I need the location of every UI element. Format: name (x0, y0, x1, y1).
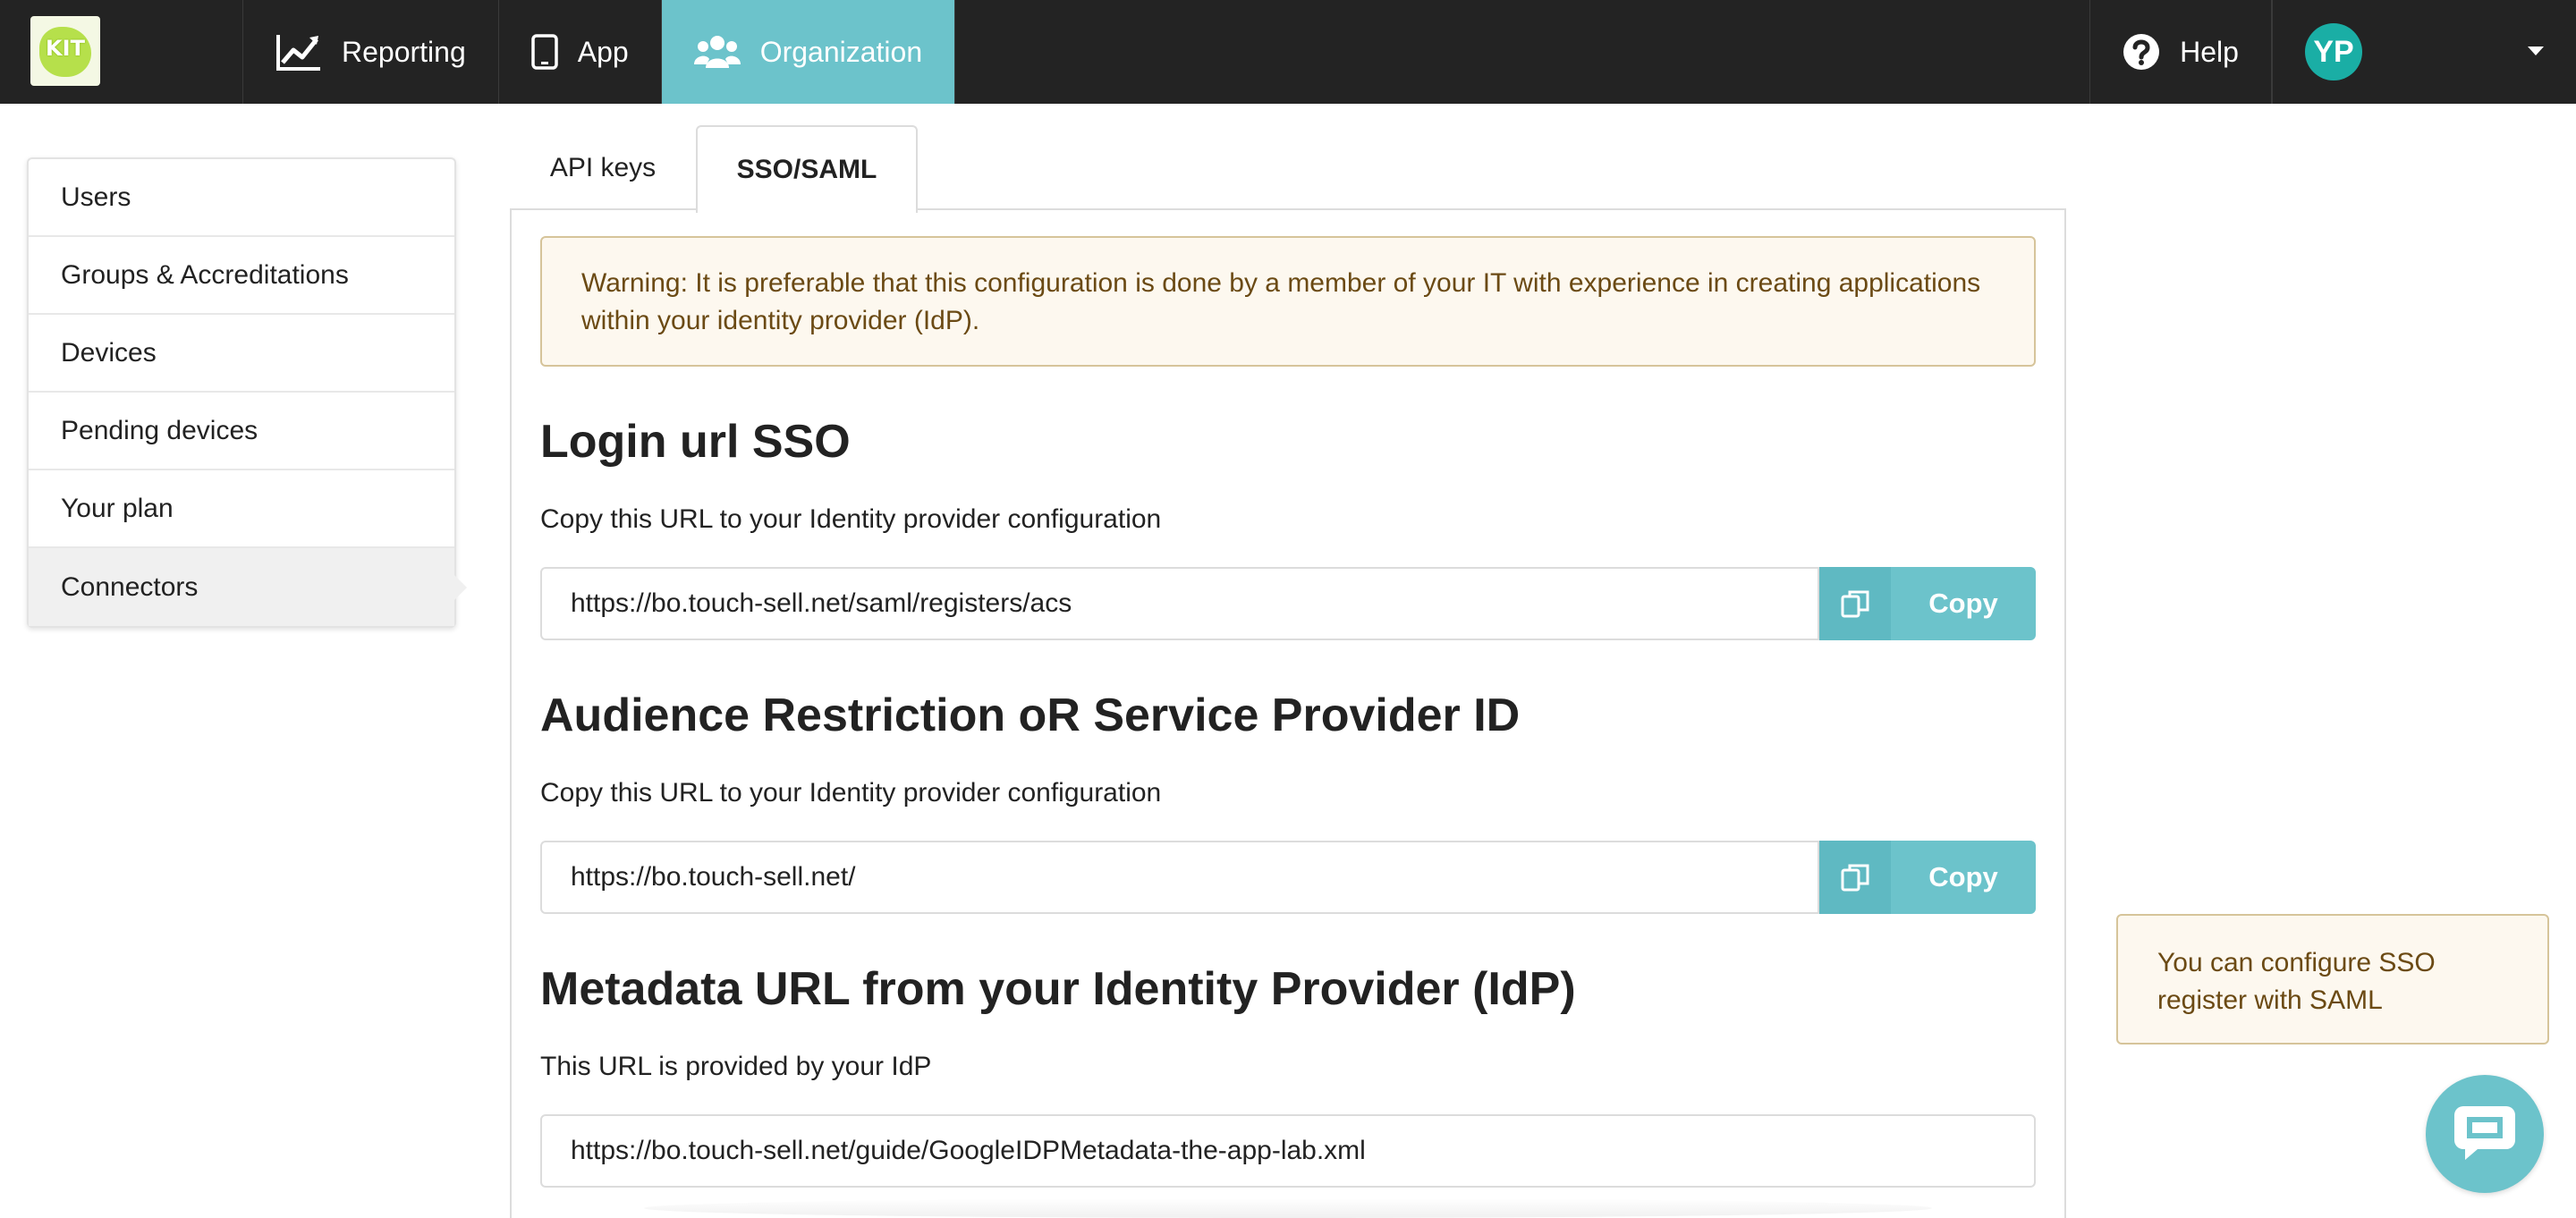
chat-bubble-icon (2451, 1101, 2519, 1168)
section-title-audience: Audience Restriction oR Service Provider… (540, 689, 1521, 741)
sidebar-item-connectors[interactable]: Connectors (29, 548, 467, 626)
help-label: Help (2180, 35, 2239, 68)
app-logo[interactable]: KIT (30, 16, 100, 86)
section-desc-audience: Copy this URL to your Identity provider … (540, 778, 1162, 808)
bottom-shadow (644, 1198, 1932, 1218)
logo-cell: KIT (0, 0, 243, 104)
user-menu[interactable]: YP (2272, 0, 2576, 104)
sidebar-item-plan[interactable]: Your plan (29, 470, 454, 548)
copy-icon[interactable] (1819, 567, 1891, 640)
sso-tip: You can configure SSO register with SAML (2116, 914, 2549, 1045)
nav-app-label: App (577, 35, 629, 68)
metadata-url-field[interactable] (540, 1114, 2036, 1188)
logo-text: KIT (46, 36, 85, 61)
section-desc-metadata: This URL is provided by your IdP (540, 1052, 932, 1081)
audience-url-field[interactable] (540, 841, 1819, 914)
section-desc-login-url: Copy this URL to your Identity provider … (540, 504, 1162, 534)
nav-reporting[interactable]: Reporting (243, 0, 499, 104)
copy-audience-url-button[interactable]: Copy (1891, 841, 2036, 914)
metadata-url-row (540, 1114, 2036, 1188)
top-navbar: KIT Reporting App Organization Help YP (0, 0, 2576, 104)
tab-sso-saml[interactable]: SSO/SAML (696, 125, 918, 213)
login-url-row: Copy (540, 567, 2036, 640)
nav-reporting-label: Reporting (342, 35, 466, 68)
chart-line-icon (275, 32, 322, 72)
nav-organization-label: Organization (759, 35, 923, 68)
section-title-metadata: Metadata URL from your Identity Provider… (540, 963, 1576, 1015)
sidebar-item-users[interactable]: Users (29, 159, 454, 237)
tablet-icon (531, 34, 558, 70)
nav-app[interactable]: App (499, 0, 662, 104)
sidebar-item-pending-devices[interactable]: Pending devices (29, 393, 454, 470)
avatar: YP (2305, 23, 2362, 80)
login-url-field[interactable] (540, 567, 1819, 640)
copy-login-url-button[interactable]: Copy (1891, 567, 2036, 640)
topbar-right: Help YP (2089, 0, 2576, 104)
chevron-down-icon (2528, 47, 2544, 55)
sidebar-menu: Users Groups & Accreditations Devices Pe… (27, 157, 467, 628)
chat-button[interactable] (2426, 1075, 2544, 1193)
sidebar-item-groups[interactable]: Groups & Accreditations (29, 237, 454, 315)
audience-url-row: Copy (540, 841, 2036, 914)
warning-alert: Warning: It is preferable that this conf… (540, 236, 2036, 367)
tab-api-keys[interactable]: API keys (512, 125, 694, 211)
nav-organization[interactable]: Organization (661, 0, 956, 104)
sidebar-item-devices[interactable]: Devices (29, 315, 454, 393)
users-icon (693, 34, 741, 70)
help-button[interactable]: Help (2089, 0, 2272, 104)
section-title-login-url: Login url SSO (540, 416, 851, 468)
question-circle-icon (2123, 33, 2160, 71)
copy-icon[interactable] (1819, 841, 1891, 914)
